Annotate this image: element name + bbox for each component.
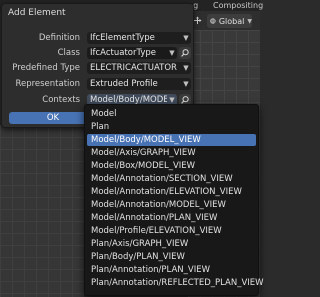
predefined-type-label: Predefined Type: [12, 63, 80, 73]
header-tab-compositing[interactable]: Compositing: [213, 0, 263, 11]
representation-label: Representation: [15, 79, 80, 89]
class-label: Class: [57, 48, 80, 58]
menu-item[interactable]: Plan/Axis/GRAPH_VIEW: [87, 238, 256, 250]
search-icon: [181, 49, 189, 57]
menu-item[interactable]: Model/Axis/GRAPH_VIEW: [87, 147, 256, 159]
contexts-label: Contexts: [42, 95, 80, 105]
definition-label: Definition: [38, 33, 80, 43]
menu-item[interactable]: Model/Annotation/SECTION_VIEW: [87, 173, 256, 185]
chevron-down-icon: ▼: [169, 96, 175, 104]
class-search-button[interactable]: [179, 47, 191, 59]
menu-item-selected[interactable]: Model/Body/MODEL_VIEW: [87, 134, 256, 146]
menu-item[interactable]: Model/Annotation/ELEVATION_VIEW: [87, 186, 256, 198]
definition-value: IfcElementType: [90, 33, 155, 43]
menu-item[interactable]: Model: [87, 108, 256, 120]
chevron-down-icon: ▼: [183, 64, 189, 72]
definition-dropdown[interactable]: IfcElementType ▼: [87, 32, 191, 44]
chevron-down-icon: ▼: [169, 49, 175, 57]
menu-item[interactable]: Model/Profile/ELEVATION_VIEW: [87, 225, 256, 237]
chevron-down-icon: ▼: [247, 17, 252, 25]
node-editor-area[interactable]: [0, 125, 84, 297]
menu-item[interactable]: Plan/Annotation/PLAN_VIEW: [87, 264, 256, 276]
representation-value: Extruded Profile: [90, 79, 158, 89]
class-field[interactable]: IfcActuatorType ▼: [87, 47, 177, 59]
menu-item[interactable]: Plan: [87, 121, 256, 133]
predefined-type-dropdown[interactable]: ELECTRICACTUATOR ▼: [87, 62, 191, 74]
globe-icon: [210, 18, 216, 24]
menu-item[interactable]: Model/Annotation/PLAN_VIEW: [87, 212, 256, 224]
predefined-type-value: ELECTRICACTUATOR: [90, 63, 177, 73]
orientation-dropdown[interactable]: Global ▼: [207, 14, 252, 28]
chevron-down-icon: ▼: [183, 80, 189, 88]
dialog-title: Add Element: [8, 8, 66, 18]
transform-orientation-icon[interactable]: [193, 16, 202, 25]
class-value: IfcActuatorType: [90, 48, 156, 58]
menu-item[interactable]: Plan/Body/PLAN_VIEW: [87, 251, 256, 263]
menu-item[interactable]: Model/Annotation/MODEL_VIEW: [87, 199, 256, 211]
representation-dropdown[interactable]: Extruded Profile ▼: [87, 78, 191, 90]
menu-item[interactable]: Model/Box/MODEL_VIEW: [87, 160, 256, 172]
chevron-down-icon: ▼: [183, 34, 189, 42]
menu-item[interactable]: Plan/Annotation/REFLECTED_PLAN_VIEW: [87, 277, 264, 289]
contexts-menu: Model Plan Model/Body/MODEL_VIEW Model/A…: [84, 104, 264, 296]
orientation-label: Global: [218, 16, 245, 26]
